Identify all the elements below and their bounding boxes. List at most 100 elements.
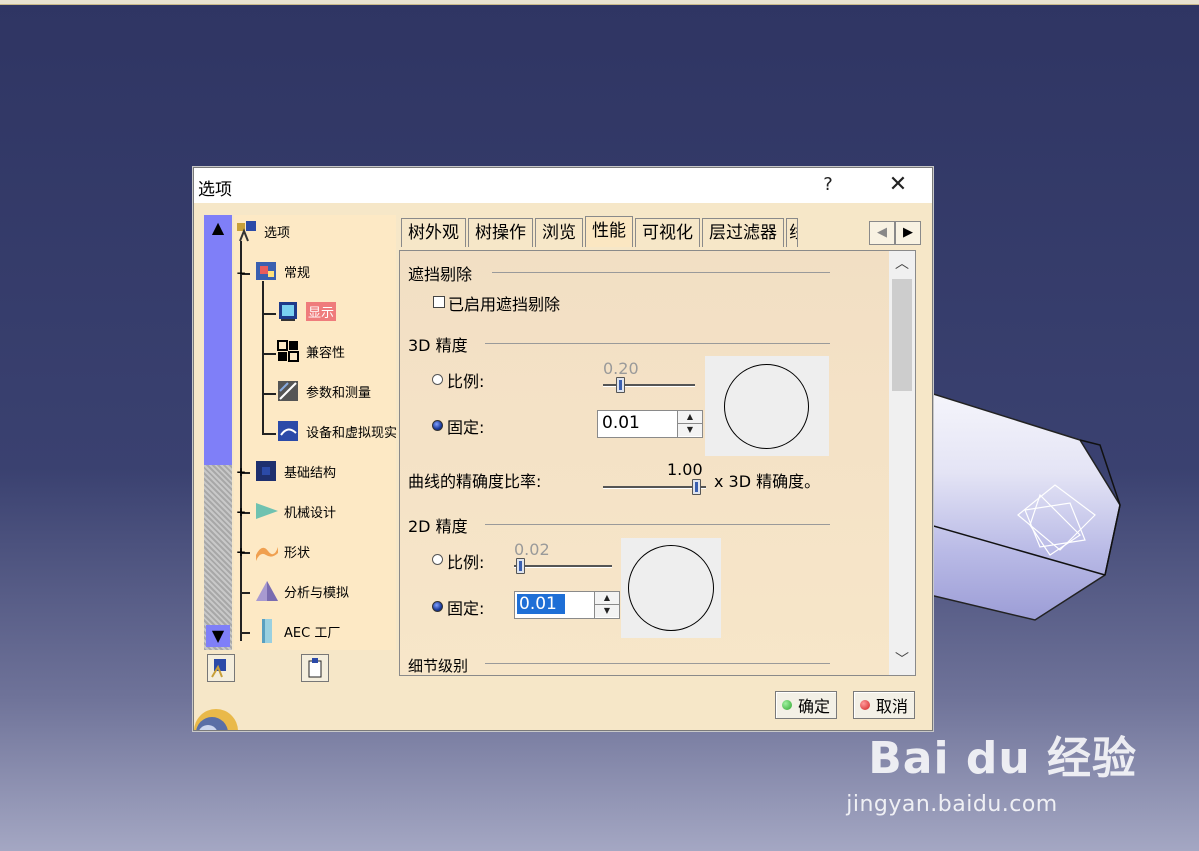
tab-tree-manipulation[interactable]: 树操作 — [468, 218, 533, 247]
tab-scroll-left-button[interactable]: ◀ — [869, 221, 895, 245]
aec-plant-icon — [262, 619, 272, 643]
2d-fixed-input[interactable] — [517, 594, 565, 614]
tree-connector — [240, 241, 242, 641]
parameters-measure-icon — [278, 381, 298, 401]
2d-ratio-slider-track[interactable] — [514, 565, 612, 568]
2d-ratio-slider-thumb[interactable] — [516, 558, 525, 574]
content-scroll-down-button[interactable]: ﹀ — [889, 649, 915, 671]
curve-accuracy-label: 曲线的精确度比率: — [408, 472, 542, 491]
curve-accuracy-slider-track[interactable] — [603, 486, 706, 489]
tree-expand-toggle[interactable]: + — [236, 546, 246, 558]
options-tree-tool-icon — [211, 659, 226, 678]
tree-toolbar-button[interactable] — [207, 654, 235, 682]
tree-scroll-down-button[interactable]: ▼ — [206, 625, 230, 647]
section-title-level-of-detail: 细节级别 — [408, 657, 469, 675]
tab-line[interactable]: 线 — [786, 218, 798, 247]
2d-fixed-spinbox[interactable]: ▲ ▼ — [514, 591, 620, 619]
cancel-button[interactable]: 取消 — [853, 691, 916, 719]
tree-collapse-toggle[interactable]: − — [236, 267, 246, 279]
tree-expand-toggle[interactable]: + — [236, 466, 246, 478]
tab-performance[interactable]: 性能 — [585, 216, 633, 247]
tree-scrollbar[interactable]: ▲ ▼ — [204, 215, 232, 650]
3d-ratio-radio[interactable] — [432, 374, 443, 385]
spin-buttons: ▲ ▼ — [594, 592, 619, 618]
tree-item-label: 常规 — [284, 265, 311, 281]
tree-item-infrastructure[interactable]: 基础结构 — [254, 459, 336, 483]
close-button[interactable]: ✕ — [884, 172, 912, 197]
3d-fixed-input[interactable] — [600, 413, 678, 433]
3d-ratio-slider-thumb[interactable] — [616, 377, 625, 393]
tree-item-mechanical-design[interactable]: 机械设计 — [254, 499, 336, 523]
tab-layer-filter[interactable]: 层过滤器 — [702, 218, 784, 247]
section-title-3d-precision: 3D 精度 — [408, 336, 468, 355]
tree-scroll-up-button[interactable]: ▲ — [206, 217, 230, 239]
baidu-logo-text: Bai du 经验 — [868, 733, 1137, 784]
tree-item-devices-vr[interactable]: 设备和虚拟现实 — [276, 419, 396, 443]
content-scroll-thumb[interactable] — [892, 279, 912, 391]
3d-fixed-radio[interactable] — [432, 420, 443, 431]
tree-connector — [262, 313, 276, 315]
tree-item-general[interactable]: 常规 — [254, 259, 310, 283]
occlusion-checkbox[interactable] — [433, 296, 445, 308]
spin-up-button[interactable]: ▲ — [678, 411, 702, 423]
2d-ratio-radio[interactable] — [432, 554, 443, 565]
tab-visualization[interactable]: 可视化 — [635, 218, 700, 247]
tree-item-label: 形状 — [284, 545, 311, 561]
watermark-url: jingyan.baidu.com — [846, 792, 1058, 817]
spin-down-button[interactable]: ▼ — [678, 423, 702, 436]
tab-tree-appearance[interactable]: 树外观 — [401, 218, 466, 247]
content-scrollbar[interactable]: ︿ ﹀ — [889, 250, 916, 676]
spin-down-button[interactable]: ▼ — [595, 604, 619, 617]
tree-item-compatibility[interactable]: 兼容性 — [276, 339, 345, 363]
tree-item-label: AEC 工厂 — [284, 625, 341, 641]
tree-toolbar-button[interactable] — [301, 654, 329, 682]
cancel-label: 取消 — [876, 697, 909, 716]
tab-scroll-arrows: ◀ ▶ — [869, 221, 921, 245]
tree-expand-toggle[interactable]: + — [236, 506, 246, 518]
curve-accuracy-slider-thumb[interactable] — [692, 479, 701, 495]
compatibility-icon — [277, 340, 299, 362]
tree-item-aec-plant[interactable]: AEC 工厂 — [254, 619, 340, 643]
cancel-dot-icon — [860, 700, 870, 710]
tab-navigation[interactable]: 浏览 — [535, 218, 583, 247]
tree-item-parameters-measure[interactable]: 参数和测量 — [276, 379, 371, 403]
tree-scroll-thumb[interactable] — [204, 215, 232, 465]
spin-buttons: ▲ ▼ — [677, 411, 702, 437]
ok-dot-icon — [782, 700, 792, 710]
tree-item-label: 设备和虚拟现实 — [306, 425, 396, 441]
occlusion-checkbox-label: 已启用遮挡剔除 — [448, 295, 561, 314]
3d-ratio-label: 比例: — [447, 372, 485, 391]
shape-icon — [256, 547, 278, 561]
tree-item-label: 分析与模拟 — [284, 585, 350, 601]
ok-label: 确定 — [798, 697, 831, 716]
curve-accuracy-suffix: x 3D 精确度。 — [714, 472, 821, 491]
2d-fixed-radio[interactable] — [432, 601, 443, 612]
help-button[interactable]: ? — [818, 174, 838, 195]
3d-fixed-spinbox[interactable]: ▲ ▼ — [597, 410, 703, 438]
tree-connector — [240, 632, 250, 634]
3d-ratio-value: 0.20 — [603, 359, 639, 378]
2d-ratio-value: 0.02 — [514, 540, 550, 559]
section-title-occlusion: 遮挡剔除 — [408, 265, 473, 284]
tree-item-analysis-simulation[interactable]: 分析与模拟 — [254, 579, 349, 603]
display-icon — [279, 302, 297, 321]
tree-item-label: 兼容性 — [306, 345, 346, 361]
tree-item-options[interactable]: 选项 — [234, 219, 290, 243]
ok-button[interactable]: 确定 — [775, 691, 838, 719]
spin-up-button[interactable]: ▲ — [595, 592, 619, 604]
tree-connector — [262, 393, 276, 395]
tree-item-label: 显示 — [306, 301, 337, 321]
tree-item-display[interactable]: 显示 — [276, 299, 337, 323]
top-strip — [0, 0, 1199, 5]
performance-panel: 遮挡剔除 已启用遮挡剔除 3D 精度 比例: 0.20 固定: ▲ ▼ 曲线的精… — [399, 250, 893, 676]
watermark: Bai du 经验 jingyan.baidu.com — [846, 722, 1137, 817]
general-icon — [256, 262, 276, 280]
tree-item-shape[interactable]: 形状 — [254, 539, 310, 563]
section-divider — [492, 272, 830, 273]
tree-connector — [262, 281, 264, 433]
analysis-simulation-icon — [256, 581, 278, 601]
content-scroll-up-button[interactable]: ︿ — [889, 253, 915, 275]
tab-scroll-right-button[interactable]: ▶ — [895, 221, 921, 245]
curve-accuracy-value: 1.00 — [667, 460, 703, 479]
infrastructure-icon — [256, 461, 276, 481]
